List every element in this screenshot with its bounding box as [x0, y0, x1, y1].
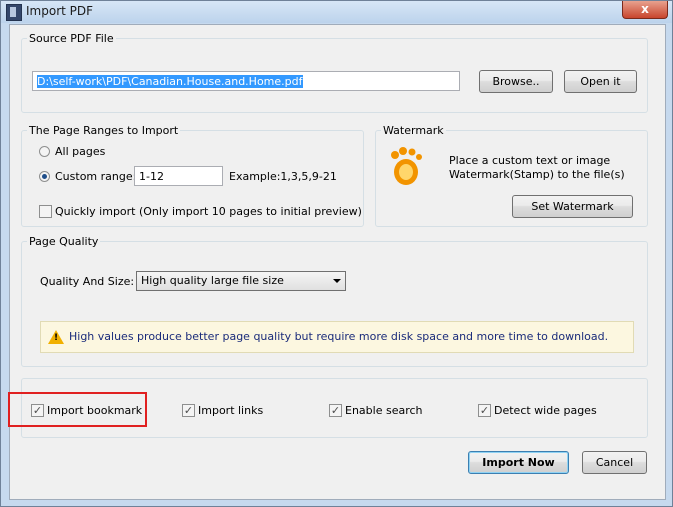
- detect-wide-pages-label[interactable]: Detect wide pages: [494, 404, 597, 417]
- quality-info-text: High values produce better page quality …: [69, 330, 609, 343]
- watermark-foot-icon: [391, 147, 422, 185]
- quality-select[interactable]: High quality large file size: [136, 271, 346, 291]
- page-ranges-legend: The Page Ranges to Import: [27, 124, 181, 137]
- close-button[interactable]: x: [622, 1, 668, 19]
- app-icon: [6, 4, 22, 21]
- set-watermark-button[interactable]: Set Watermark: [512, 195, 633, 218]
- dialog-body: Source PDF File D:\self-work\PDF\Canadia…: [9, 24, 666, 500]
- page-ranges-group: The Page Ranges to Import All pages Cust…: [21, 124, 364, 227]
- chevron-down-icon: [333, 279, 341, 283]
- watermark-desc-line2: Watermark(Stamp) to the file(s): [449, 168, 625, 181]
- quality-selected-value: High quality large file size: [141, 274, 284, 287]
- custom-range-label[interactable]: Custom range:: [55, 170, 136, 183]
- window-title: Import PDF: [26, 4, 94, 18]
- quick-import-label[interactable]: Quickly import (Only import 10 pages to …: [55, 205, 362, 218]
- title-bar[interactable]: Import PDF x: [1, 1, 672, 23]
- all-pages-label[interactable]: All pages: [55, 145, 105, 158]
- open-it-button[interactable]: Open it: [564, 70, 637, 93]
- range-example-text: Example:1,3,5,9-21: [229, 170, 337, 183]
- detect-wide-pages-checkbox[interactable]: ✓: [478, 404, 491, 417]
- all-pages-radio[interactable]: [39, 146, 50, 157]
- pdf-path-value: D:\self-work\PDF\Canadian.House.and.Home…: [37, 75, 303, 88]
- enable-search-label[interactable]: Enable search: [345, 404, 423, 417]
- browse-button[interactable]: Browse..: [479, 70, 553, 93]
- page-quality-legend: Page Quality: [27, 235, 101, 248]
- pdf-path-field[interactable]: D:\self-work\PDF\Canadian.House.and.Home…: [32, 71, 460, 91]
- highlight-annotation-box: [8, 392, 147, 427]
- page-quality-group: Page Quality Quality And Size: High qual…: [21, 235, 648, 367]
- custom-range-radio[interactable]: [39, 171, 50, 182]
- watermark-group: Watermark Place a custom text or image W…: [375, 124, 648, 227]
- cancel-button[interactable]: Cancel: [582, 451, 647, 474]
- import-now-button[interactable]: Import Now: [468, 451, 569, 474]
- watermark-legend: Watermark: [381, 124, 446, 137]
- watermark-desc-line1: Place a custom text or image: [449, 154, 611, 167]
- set-watermark-label: Set Watermark: [531, 200, 614, 213]
- quality-info-banner: ! High values produce better page qualit…: [40, 321, 634, 353]
- custom-range-input[interactable]: 1-12: [134, 166, 223, 186]
- open-it-label: Open it: [580, 75, 621, 88]
- import-links-label[interactable]: Import links: [198, 404, 263, 417]
- import-pdf-window: Import PDF x Source PDF File D:\self-wor…: [0, 0, 673, 507]
- browse-label: Browse..: [492, 75, 540, 88]
- import-links-checkbox[interactable]: ✓: [182, 404, 195, 417]
- source-pdf-legend: Source PDF File: [27, 32, 116, 45]
- quality-size-label: Quality And Size:: [40, 275, 135, 288]
- enable-search-checkbox[interactable]: ✓: [329, 404, 342, 417]
- source-pdf-group: Source PDF File D:\self-work\PDF\Canadia…: [21, 32, 648, 113]
- cancel-label: Cancel: [595, 456, 634, 469]
- quick-import-checkbox[interactable]: [39, 205, 52, 218]
- import-now-label: Import Now: [482, 456, 555, 469]
